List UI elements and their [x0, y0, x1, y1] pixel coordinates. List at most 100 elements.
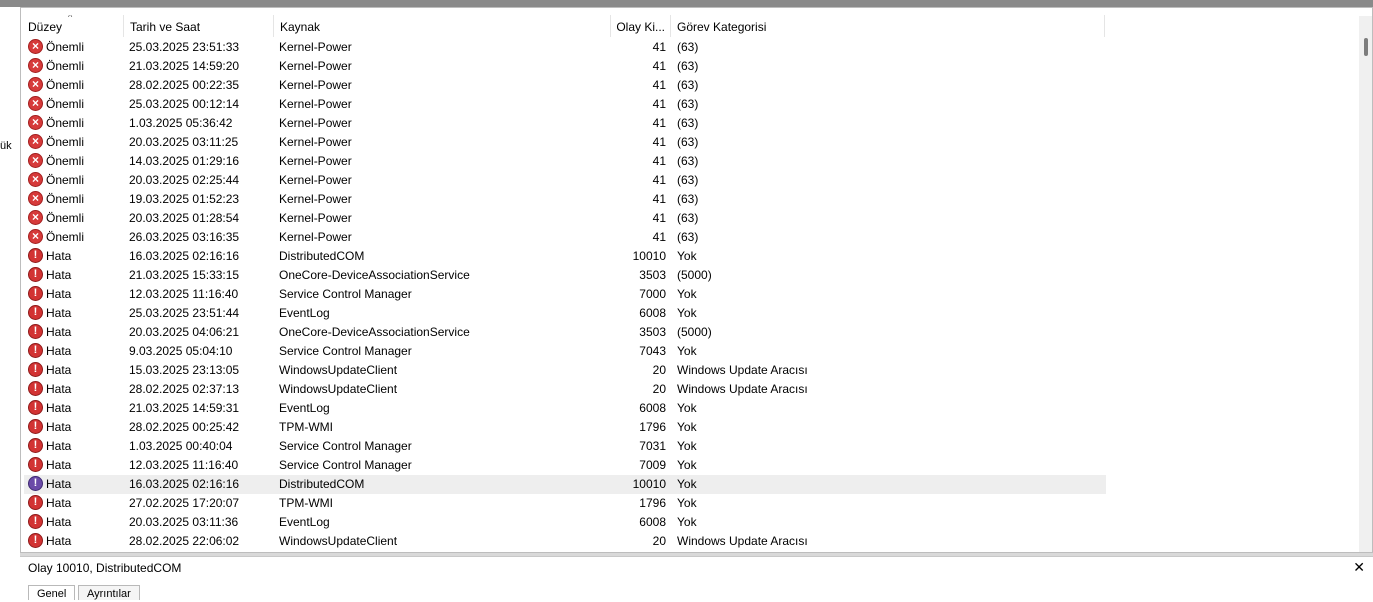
table-row[interactable]: ! Hata 28.02.2025 02:37:13 WindowsUpdateCli…	[24, 380, 1106, 399]
table-row[interactable]: ! Hata 21.03.2025 14:59:31 EventLog 6008 Yok	[24, 399, 1106, 418]
row-category-cell: Yok	[677, 515, 697, 529]
row-category-cell: Yok	[677, 401, 697, 415]
row-category-cell: Yok	[677, 496, 697, 510]
row-event-id-cell: 41	[652, 173, 666, 187]
row-level-text: Önemli	[46, 97, 85, 111]
table-row[interactable]: ! Hata 12.03.2025 11:16:40 Service Control …	[24, 285, 1106, 304]
row-level-text: Önemli	[46, 154, 85, 168]
row-source-cell: WindowsUpdateClient	[279, 534, 398, 548]
row-level-text: Hata	[46, 287, 72, 301]
column-header-category-label: Görev Kategorisi	[677, 20, 767, 34]
row-level-text: Hata	[46, 249, 72, 263]
row-level-cell: ! Hata	[28, 418, 124, 437]
table-row[interactable]: × Önemli 20.03.2025 03:11:25 Kernel-Power 41…	[24, 133, 1106, 152]
table-row[interactable]: × Önemli 21.03.2025 14:59:20 Kernel-Power 41…	[24, 57, 1106, 76]
table-row[interactable]: × Önemli 20.03.2025 01:28:54 Kernel-Power 41…	[24, 209, 1106, 228]
row-date-cell: 12.03.2025 11:16:40	[129, 458, 239, 472]
event-details-pane: Olay 10010, DistributedCOM ✕ Genel Ayrın…	[20, 556, 1373, 600]
row-date-cell: 12.03.2025 11:16:40	[129, 287, 239, 301]
table-row[interactable]: ! Hata 21.03.2025 15:33:15 OneCore-DeviceAs…	[24, 266, 1106, 285]
row-level-cell: ! Hata	[28, 456, 124, 475]
column-header-date-label: Tarih ve Saat	[130, 20, 201, 34]
row-category-cell: (63)	[677, 192, 699, 206]
row-category-cell: (63)	[677, 116, 699, 130]
critical-icon: ×	[28, 229, 43, 245]
row-level-cell: × Önemli	[28, 95, 124, 114]
table-row[interactable]: ! Hata 25.03.2025 23:51:44 EventLog 6008 Yok	[24, 304, 1106, 323]
table-row[interactable]: × Önemli 1.03.2025 05:36:42 Kernel-Power 41 (…	[24, 114, 1106, 133]
row-category-cell: Windows Update Aracısı	[677, 363, 808, 377]
row-level-cell: ! Hata	[28, 285, 124, 304]
row-source-cell: EventLog	[279, 515, 330, 529]
tab-general[interactable]: Genel	[28, 585, 76, 600]
row-level-text: Hata	[46, 477, 72, 491]
row-category-cell: Yok	[677, 477, 697, 491]
row-event-id-cell: 41	[652, 40, 666, 54]
error-icon: !	[28, 343, 43, 359]
table-row[interactable]: ! Hata 12.03.2025 11:16:40 Service Control …	[24, 456, 1106, 475]
table-row[interactable]: ! Hata 16.03.2025 02:16:16 DistributedCOM 10…	[24, 247, 1106, 266]
row-date-cell: 21.03.2025 15:33:15	[129, 268, 240, 282]
column-header-source[interactable]: Kaynak	[274, 15, 611, 37]
row-source-cell: Service Control Manager	[279, 458, 412, 472]
row-level-text: Hata	[46, 382, 72, 396]
row-event-id-cell: 10010	[632, 477, 666, 491]
vertical-scrollbar[interactable]	[1359, 16, 1372, 552]
table-row[interactable]: × Önemli 28.02.2025 00:22:35 Kernel-Power 41…	[24, 76, 1106, 95]
row-event-id-cell: 6008	[639, 401, 666, 415]
table-row[interactable]: ! Hata 9.03.2025 05:04:10 Service Control M…	[24, 342, 1106, 361]
row-level-cell: × Önemli	[28, 76, 124, 95]
row-event-id-cell: 41	[652, 230, 666, 244]
table-row[interactable]: × Önemli 26.03.2025 03:16:35 Kernel-Power 41…	[24, 228, 1106, 247]
close-icon[interactable]: ✕	[1353, 558, 1365, 576]
row-source-cell: Kernel-Power	[279, 97, 352, 111]
row-level-text: Önemli	[46, 135, 85, 149]
table-row[interactable]: ! Hata 1.03.2025 00:40:04 Service Control M…	[24, 437, 1106, 456]
table-row[interactable]: ! Hata 15.03.2025 23:13:05 WindowsUpdateCli…	[24, 361, 1106, 380]
row-source-cell: Kernel-Power	[279, 211, 352, 225]
row-level-text: Hata	[46, 534, 72, 548]
row-level-text: Önemli	[46, 173, 85, 187]
error-icon: !	[28, 419, 43, 435]
table-row[interactable]: × Önemli 20.03.2025 02:25:44 Kernel-Power 41…	[24, 171, 1106, 190]
table-row[interactable]: × Önemli 19.03.2025 01:52:23 Kernel-Power 41…	[24, 190, 1106, 209]
column-header-level[interactable]: Düzey ^	[22, 15, 124, 37]
row-level-text: Önemli	[46, 116, 85, 130]
table-row[interactable]: ! Hata 27.02.2025 17:20:07 TPM-WMI 1796 Yok	[24, 494, 1106, 513]
row-date-cell: 16.03.2025 02:16:16	[129, 249, 240, 263]
table-row[interactable]: ! Hata 28.02.2025 22:06:02 WindowsUpdateCli…	[24, 532, 1106, 551]
row-source-cell: EventLog	[279, 306, 330, 320]
critical-icon: ×	[28, 96, 43, 112]
row-event-id-cell: 3503	[639, 325, 666, 339]
table-row[interactable]: × Önemli 25.03.2025 00:12:14 Kernel-Power 41…	[24, 95, 1106, 114]
row-event-id-cell: 7009	[639, 458, 666, 472]
column-header-date[interactable]: Tarih ve Saat	[124, 15, 274, 37]
row-level-text: Hata	[46, 363, 72, 377]
critical-icon: ×	[28, 134, 43, 150]
table-row[interactable]: ! Hata 16.03.2025 02:16:16 DistributedCOM 10…	[24, 475, 1106, 494]
table-row[interactable]: ! Hata 20.03.2025 04:06:21 OneCore-DeviceAs…	[24, 323, 1106, 342]
table-row[interactable]: ! Hata 20.03.2025 03:11:36 EventLog 6008 Yok	[24, 513, 1106, 532]
event-list-grid[interactable]: Düzey ^ Tarih ve Saat Kaynak Olay Ki... …	[20, 7, 1373, 553]
table-row[interactable]: × Önemli 14.03.2025 01:29:16 Kernel-Power 41…	[24, 152, 1106, 171]
row-category-cell: Windows Update Aracısı	[677, 534, 808, 548]
row-level-cell: ! Hata	[28, 323, 124, 342]
scrollbar-thumb[interactable]	[1364, 38, 1368, 56]
row-date-cell: 19.03.2025 01:52:23	[129, 192, 240, 206]
column-header-category[interactable]: Görev Kategorisi	[671, 15, 1105, 37]
row-level-cell: ! Hata	[28, 304, 124, 323]
column-header-event-id[interactable]: Olay Ki...	[611, 15, 671, 37]
row-date-cell: 28.02.2025 02:37:13	[129, 382, 240, 396]
row-level-text: Hata	[46, 306, 72, 320]
row-event-id-cell: 10010	[632, 249, 666, 263]
tab-details[interactable]: Ayrıntılar	[78, 585, 140, 600]
row-source-cell: Kernel-Power	[279, 40, 352, 54]
table-row[interactable]: × Önemli 25.03.2025 23:51:33 Kernel-Power 41…	[24, 38, 1106, 57]
row-source-cell: Kernel-Power	[279, 230, 352, 244]
row-level-cell: ! Hata	[28, 342, 124, 361]
error-icon: !	[28, 514, 43, 530]
row-date-cell: 20.03.2025 03:11:36	[129, 515, 239, 529]
row-level-text: Önemli	[46, 78, 85, 92]
error-icon: !	[28, 457, 43, 473]
table-row[interactable]: ! Hata 28.02.2025 00:25:42 TPM-WMI 1796 Yok	[24, 418, 1106, 437]
